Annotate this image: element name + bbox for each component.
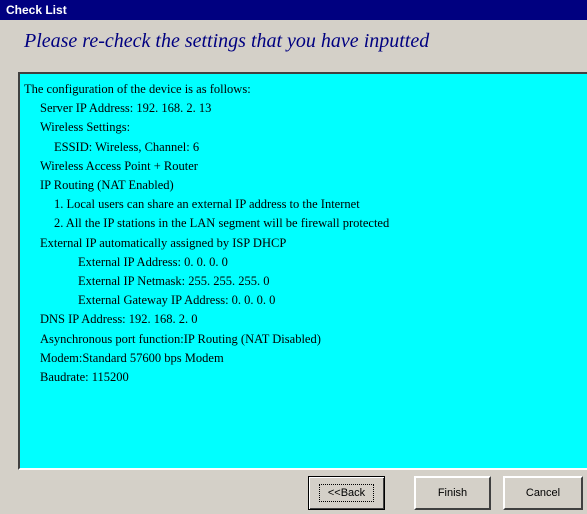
window-title: Check List bbox=[0, 0, 587, 20]
back-button[interactable]: <<Back bbox=[308, 476, 385, 510]
summary-line-external-ip: External IP Address: 0. 0. 0. 0 bbox=[78, 254, 228, 269]
summary-line-server-ip: Server IP Address: 192. 168. 2. 13 bbox=[40, 101, 212, 116]
summary-line-routing-note-2: 2. All the IP stations in the LAN segmen… bbox=[54, 216, 390, 231]
summary-line-external-netmask: External IP Netmask: 255. 255. 255. 0 bbox=[78, 274, 270, 289]
page-subtitle: Please re-check the settings that you ha… bbox=[24, 30, 430, 52]
summary-line-mode: Wireless Access Point + Router bbox=[40, 158, 198, 173]
summary-line-wireless-settings: Wireless Settings: bbox=[40, 120, 131, 135]
summary-line-ip-routing: IP Routing (NAT Enabled) bbox=[40, 178, 174, 193]
summary-line-external-gateway: External Gateway IP Address: 0. 0. 0. 0 bbox=[78, 293, 276, 308]
configuration-summary-panel: The configuration of the device is as fo… bbox=[18, 72, 587, 470]
summary-line-routing-note-1: 1. Local users can share an external IP … bbox=[54, 197, 360, 212]
back-button-label: <<Back bbox=[318, 484, 375, 502]
summary-line-dhcp: External IP automatically assigned by IS… bbox=[40, 235, 287, 250]
summary-line-modem: Modem:Standard 57600 bps Modem bbox=[40, 350, 224, 365]
summary-line-dns-ip: DNS IP Address: 192. 168. 2. 0 bbox=[40, 312, 198, 327]
cancel-button[interactable]: Cancel bbox=[503, 476, 583, 510]
summary-line-async-port: Asynchronous port function:IP Routing (N… bbox=[40, 331, 321, 346]
check-list-window: Check List Please re-check the settings … bbox=[0, 0, 587, 514]
summary-line-baudrate: Baudrate: 115200 bbox=[40, 370, 129, 385]
summary-line-intro: The configuration of the device is as fo… bbox=[24, 82, 251, 96]
finish-button[interactable]: Finish bbox=[414, 476, 491, 510]
summary-line-essid-channel: ESSID: Wireless, Channel: 6 bbox=[54, 139, 200, 154]
